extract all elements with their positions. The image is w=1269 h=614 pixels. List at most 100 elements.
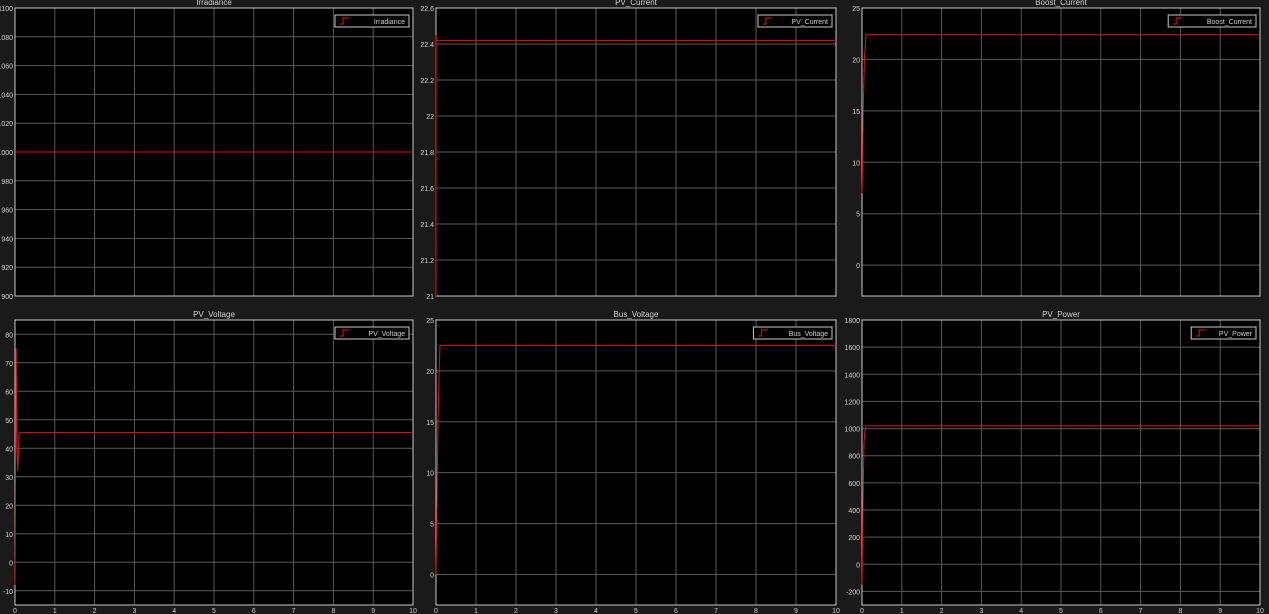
y-tick-label: 1060 xyxy=(0,64,13,71)
x-tick-label: 5 xyxy=(212,608,216,614)
y-tick-label: 10 xyxy=(5,532,13,539)
scope-panel-5[interactable]: 0 5 10 15 20 25 0 1 2 3 4 5 6 7 8 9 10 Bus_Voltage Bus_Vol… xyxy=(426,310,840,614)
x-tick-label: 10 xyxy=(409,608,417,614)
y-tick-label: 80 xyxy=(5,332,13,339)
y-tick-label: 0 xyxy=(9,560,13,567)
y-tick-label: 200 xyxy=(848,535,860,542)
x-tick-label: 3 xyxy=(979,608,983,614)
y-tick-label: 21 xyxy=(426,294,434,301)
x-tick-label: 6 xyxy=(674,608,678,614)
y-tick-label: -200 xyxy=(846,589,860,596)
x-tick-label: 9 xyxy=(794,608,798,614)
y-tick-label: 22.6 xyxy=(420,6,434,13)
x-tick-label: 5 xyxy=(634,608,638,614)
x-tick-label: 10 xyxy=(832,608,840,614)
x-tick-label: 8 xyxy=(754,608,758,614)
y-tick-label: 21.4 xyxy=(420,222,434,229)
y-tick-label: 980 xyxy=(1,179,13,186)
y-tick-label: 5 xyxy=(856,212,860,219)
y-tick-label: 20 xyxy=(426,369,434,376)
y-tick-label: 1400 xyxy=(844,372,860,379)
chart-title: PV_Power xyxy=(1042,310,1080,319)
y-tick-label: 70 xyxy=(5,361,13,368)
x-tick-label: 9 xyxy=(371,608,375,614)
y-tick-label: 40 xyxy=(5,446,13,453)
x-tick-label: 7 xyxy=(1139,608,1143,614)
chart-title: Irradiance xyxy=(196,0,232,7)
x-tick-label: 2 xyxy=(93,608,97,614)
legend[interactable]: PV_Voltage xyxy=(334,326,410,340)
scope-panel-2[interactable]: 21 21.2 21.4 21.6 21.8 22 22.2 22.4 22.6 PV_Curre… xyxy=(420,0,837,301)
x-tick-label: 7 xyxy=(714,608,718,614)
x-tick-label: 4 xyxy=(1019,608,1023,614)
y-tick-label: 1000 xyxy=(0,150,13,157)
scope-figure: 900920940960980100010201040106010801100I… xyxy=(0,0,1264,614)
x-tick-label: 1 xyxy=(53,608,57,614)
y-tick-label: 60 xyxy=(5,389,13,396)
legend[interactable]: Irradiance xyxy=(334,14,410,28)
x-tick-label: 6 xyxy=(252,608,256,614)
chart-title: Boost_Current xyxy=(1035,0,1087,7)
y-tick-label: 1800 xyxy=(844,318,860,325)
x-tick-label: 0 xyxy=(13,608,17,614)
y-tick-label: 600 xyxy=(848,481,860,488)
x-tick-label: 2 xyxy=(514,608,518,614)
y-tick-label: 22.2 xyxy=(420,78,434,85)
y-tick-label: 0 xyxy=(856,263,860,270)
x-tick-label: 8 xyxy=(1178,608,1182,614)
legend[interactable]: PV_Current xyxy=(757,14,833,28)
y-tick-label: 10 xyxy=(426,471,434,478)
x-tick-label: 9 xyxy=(1218,608,1222,614)
x-tick-label: 0 xyxy=(434,608,438,614)
y-tick-label: 21.8 xyxy=(420,150,434,157)
y-tick-label: -10 xyxy=(3,589,13,596)
y-tick-label: 1080 xyxy=(0,35,13,42)
x-tick-label: 4 xyxy=(594,608,598,614)
x-tick-label: 10 xyxy=(1256,608,1264,614)
x-tick-label: 3 xyxy=(132,608,136,614)
legend-label: Irradiance xyxy=(374,19,405,26)
y-tick-label: 1040 xyxy=(0,92,13,99)
scope-panel-3[interactable]: 0 5 10 15 20 25 Boost_Current Boost_Current xyxy=(852,0,1261,297)
y-tick-label: 25 xyxy=(426,318,434,325)
y-tick-label: 15 xyxy=(852,109,860,116)
x-tick-label: 6 xyxy=(1099,608,1103,614)
y-tick-label: 22 xyxy=(426,114,434,121)
legend[interactable]: Boost_Current xyxy=(1167,14,1257,28)
x-tick-label: 5 xyxy=(1059,608,1063,614)
y-tick-label: 960 xyxy=(1,208,13,215)
legend[interactable]: Bus_Voltage xyxy=(752,326,833,340)
x-tick-label: 4 xyxy=(172,608,176,614)
y-tick-label: 400 xyxy=(848,508,860,515)
y-tick-label: 10 xyxy=(852,160,860,167)
y-tick-label: 1600 xyxy=(844,345,860,352)
y-tick-label: 900 xyxy=(1,294,13,301)
x-tick-label: 2 xyxy=(940,608,944,614)
legend-label: Bus_Voltage xyxy=(789,331,828,338)
x-tick-label: 7 xyxy=(292,608,296,614)
legend-label: PV_Power xyxy=(1219,331,1253,338)
chart-title: PV_Voltage xyxy=(193,310,235,319)
y-tick-label: 5 xyxy=(430,522,434,529)
legend-label: PV_Voltage xyxy=(368,331,405,338)
y-tick-label: 20 xyxy=(5,503,13,510)
y-tick-label: 0 xyxy=(856,562,860,569)
legend[interactable]: PV_Power xyxy=(1190,326,1257,340)
y-tick-label: 21.6 xyxy=(420,186,434,193)
scope-panel-4[interactable]: -10 0 10 20 30 40 50 60 70 80 0 1 2 3 4 5 6 7 8 9 10 PV_Volta… xyxy=(3,310,417,614)
scope-panel-6[interactable]: -200 0 200 400 600 800 1000 1200 1400 1600 1800 0 1 2… xyxy=(844,310,1264,614)
chart-title: PV_Current xyxy=(615,0,658,7)
chart-title: Bus_Voltage xyxy=(614,310,659,319)
y-tick-label: 800 xyxy=(848,454,860,461)
legend-label: PV_Current xyxy=(791,19,828,26)
scope-panel-1[interactable]: 900 920 940 960 980 1000 1020 1040 1060 1080 1100 I… xyxy=(0,0,414,301)
y-tick-label: 25 xyxy=(852,6,860,13)
x-tick-label: 3 xyxy=(554,608,558,614)
y-tick-label: 22.4 xyxy=(420,42,434,49)
y-tick-label: 20 xyxy=(852,57,860,64)
legend-label: Boost_Current xyxy=(1207,19,1252,26)
y-tick-label: 1000 xyxy=(844,427,860,434)
x-tick-label: 1 xyxy=(900,608,904,614)
y-tick-label: 1100 xyxy=(0,6,13,13)
y-tick-label: 50 xyxy=(5,418,13,425)
